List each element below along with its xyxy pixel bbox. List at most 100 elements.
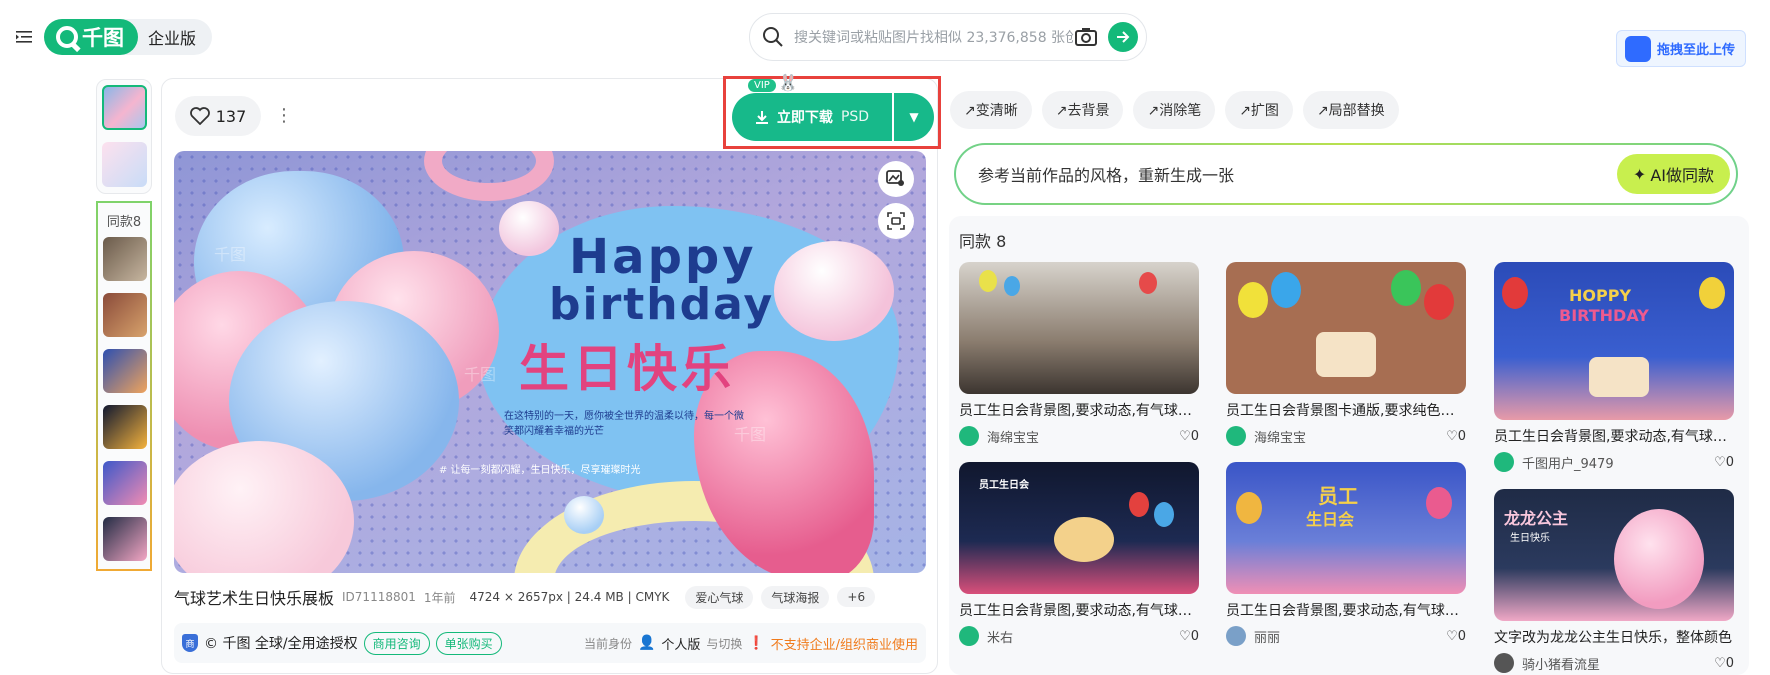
ai-tools: ↗变清晰 ↗去背景 ↗消除笔 ↗扩图 ↗局部替换 — [950, 91, 1399, 129]
camera-search-icon[interactable] — [1074, 25, 1098, 49]
same-card-image[interactable] — [959, 262, 1199, 394]
same-style-rail: 同款8 — [96, 201, 152, 571]
avatar — [1494, 452, 1514, 472]
like-count: 0 — [1190, 428, 1199, 444]
menu-icon[interactable] — [16, 30, 32, 44]
tag-more-chip[interactable]: +6 — [837, 587, 876, 607]
like-count: 0 — [1457, 428, 1466, 444]
brand-logo[interactable]: 千图 — [44, 19, 138, 55]
image-text: 员工 — [1318, 484, 1358, 508]
preview-image[interactable]: Happy birthday 生日快乐 在这特别的一天，愿你被全世界的温柔以待，… — [174, 151, 926, 573]
author-name[interactable]: 海绵宝宝 — [1254, 427, 1446, 446]
screenshot-search-button[interactable] — [878, 203, 914, 239]
preview-thumbnails — [96, 79, 152, 194]
watermark: 千图 — [464, 365, 497, 384]
like-icon[interactable]: ♡ — [1714, 455, 1726, 470]
more-options-icon[interactable]: ⋮ — [275, 106, 293, 126]
image-text: BIRTHDAY — [1559, 306, 1649, 325]
same-thumb-6[interactable] — [103, 517, 147, 561]
like-button[interactable]: 137 — [175, 96, 261, 136]
poster-tag-text: # 让每一刻都闪耀，生日快乐，尽享璀璨时光 — [439, 465, 641, 476]
identity-value: 个人版 — [661, 637, 701, 653]
same-thumb-2[interactable] — [103, 293, 147, 337]
image-text: 龙龙公主 — [1504, 509, 1569, 528]
warning-icon: ❗ — [748, 635, 765, 651]
same-card[interactable]: 员工生日会背景图卡通版,要求纯色背景 海绵宝宝 ♡ 0 — [1226, 262, 1466, 446]
detail-card: 137 ⋮ VIP 🐰 立即下载 PSD ▼ Happy birthday 生日… — [161, 73, 941, 674]
tool-remove-bg[interactable]: ↗去背景 — [1041, 91, 1124, 129]
like-count: 0 — [1457, 628, 1466, 644]
same-card-image[interactable]: HOPPY BIRTHDAY — [1494, 262, 1734, 420]
same-card-caption: 员工生日会背景图,要求动态,有气球动画 — [1494, 429, 1734, 445]
download-dropdown-button[interactable]: ▼ — [894, 93, 934, 141]
like-icon[interactable]: ♡ — [1714, 656, 1726, 671]
work-age: 1年前 — [423, 590, 456, 605]
same-card[interactable]: 龙龙公主 生日快乐 文字改为龙龙公主生日快乐，整体颜色 骑小猪看流星 ♡ 0 — [1494, 489, 1734, 673]
author-name[interactable]: 丽丽 — [1254, 627, 1446, 646]
search-icon — [763, 27, 783, 47]
like-icon[interactable]: ♡ — [1446, 629, 1458, 644]
download-button[interactable]: 立即下载 PSD — [732, 93, 892, 141]
license-brand: © 千图 全球/全用途授权 — [204, 636, 358, 652]
same-card[interactable]: 员工 生日会 员工生日会背景图,要求动态,有气球动画 丽丽 ♡ 0 — [1226, 462, 1466, 646]
ai-prompt-input[interactable]: 参考当前作品的风格，重新生成一张 — [978, 162, 1617, 186]
preview-thumb-2[interactable] — [102, 142, 147, 187]
same-thumb-5[interactable] — [103, 461, 147, 505]
search-bar[interactable]: 搜关键词或粘贴图片找相似 23,376,858 张创意 — [749, 13, 1147, 61]
tool-eraser[interactable]: ↗消除笔 — [1133, 91, 1216, 129]
author-name[interactable]: 海绵宝宝 — [987, 427, 1179, 446]
tool-partial-replace[interactable]: ↗局部替换 — [1302, 91, 1399, 129]
tag-chip[interactable]: 气球海报 — [761, 585, 830, 609]
like-icon[interactable]: ♡ — [1179, 429, 1191, 444]
same-card-image[interactable]: 龙龙公主 生日快乐 — [1494, 489, 1734, 621]
single-purchase-button[interactable]: 单张购买 — [435, 631, 502, 655]
same-thumb-1[interactable] — [103, 237, 147, 281]
like-icon[interactable]: ♡ — [1446, 429, 1458, 444]
same-card[interactable]: HOPPY BIRTHDAY 员工生日会背景图,要求动态,有气球动画 千图用户_… — [1494, 262, 1734, 472]
image-text: HOPPY — [1569, 286, 1632, 305]
commercial-consult-button[interactable]: 商用咨询 — [363, 631, 430, 655]
commercial-warning: 不支持企业/组织商业使用 — [770, 637, 918, 653]
brand-logo-group[interactable]: 千图 企业版 — [44, 19, 213, 55]
preview-thumb-1[interactable] — [102, 85, 147, 130]
same-card[interactable]: 员工生日会 员工生日会背景图,要求动态,有气球动画 米右 ♡ 0 — [959, 462, 1199, 646]
author-name[interactable]: 千图用户_9479 — [1522, 453, 1714, 472]
tool-sharpen[interactable]: ↗变清晰 — [950, 91, 1032, 129]
poster-title-birthday: birthday — [549, 279, 775, 330]
poster-title-happy: Happy — [569, 229, 757, 285]
identity-label: 当前身份 — [583, 636, 632, 651]
image-search-button[interactable] — [878, 161, 914, 197]
enterprise-link[interactable]: 企业版 — [138, 19, 212, 55]
like-count: 0 — [1190, 628, 1199, 644]
page: 千图 企业版 搜关键词或粘贴图片找相似 23,376,858 张创意 拖拽至此上… — [0, 0, 1770, 675]
like-count: 0 — [1725, 655, 1734, 671]
camera-icon — [887, 212, 905, 230]
license-bar: 商 © 千图 全球/全用途授权 商用咨询 单张购买 当前身份 👤 个人版 与切换… — [174, 623, 926, 663]
avatar — [1226, 626, 1246, 646]
upload-label: 拖拽至此上传 — [1657, 43, 1736, 58]
author-name[interactable]: 骑小猪看流星 — [1522, 654, 1714, 673]
arrow-right-icon — [1117, 31, 1130, 43]
same-card-image[interactable]: 员工 生日会 — [1226, 462, 1466, 594]
ai-same-style-button[interactable]: ✦ AI做同款 — [1616, 154, 1730, 194]
tool-expand[interactable]: ↗扩图 — [1225, 91, 1293, 129]
tag-chip[interactable]: 爱心气球 — [685, 585, 754, 609]
same-card-caption: 员工生日会背景图,要求动态,有气球动画 — [1226, 603, 1466, 619]
download-highlight-box: VIP 🐰 立即下载 PSD ▼ — [723, 73, 941, 149]
image-text: 生日快乐 — [1510, 533, 1550, 544]
avatar — [959, 426, 979, 446]
same-thumb-4[interactable] — [103, 405, 147, 449]
same-card[interactable]: 员工生日会背景图,要求动态,有气球动画 海绵宝宝 ♡ 0 — [959, 262, 1199, 446]
switch-identity-link[interactable]: 与切换 — [706, 635, 742, 652]
same-thumb-3[interactable] — [103, 349, 147, 393]
search-submit-button[interactable] — [1108, 22, 1138, 52]
same-card-caption: 文字改为龙龙公主生日快乐，整体颜色 — [1494, 630, 1732, 646]
same-card-image[interactable] — [1226, 262, 1466, 394]
like-icon[interactable]: ♡ — [1179, 629, 1191, 644]
author-name[interactable]: 米右 — [987, 627, 1179, 646]
same-style-rail-label: 同款8 — [106, 215, 142, 230]
same-card-image[interactable]: 员工生日会 — [959, 462, 1199, 594]
download-icon — [755, 111, 768, 124]
search-input[interactable]: 搜关键词或粘贴图片找相似 23,376,858 张创意 — [794, 27, 1074, 47]
drag-upload-button[interactable]: 拖拽至此上传 — [1616, 30, 1746, 67]
